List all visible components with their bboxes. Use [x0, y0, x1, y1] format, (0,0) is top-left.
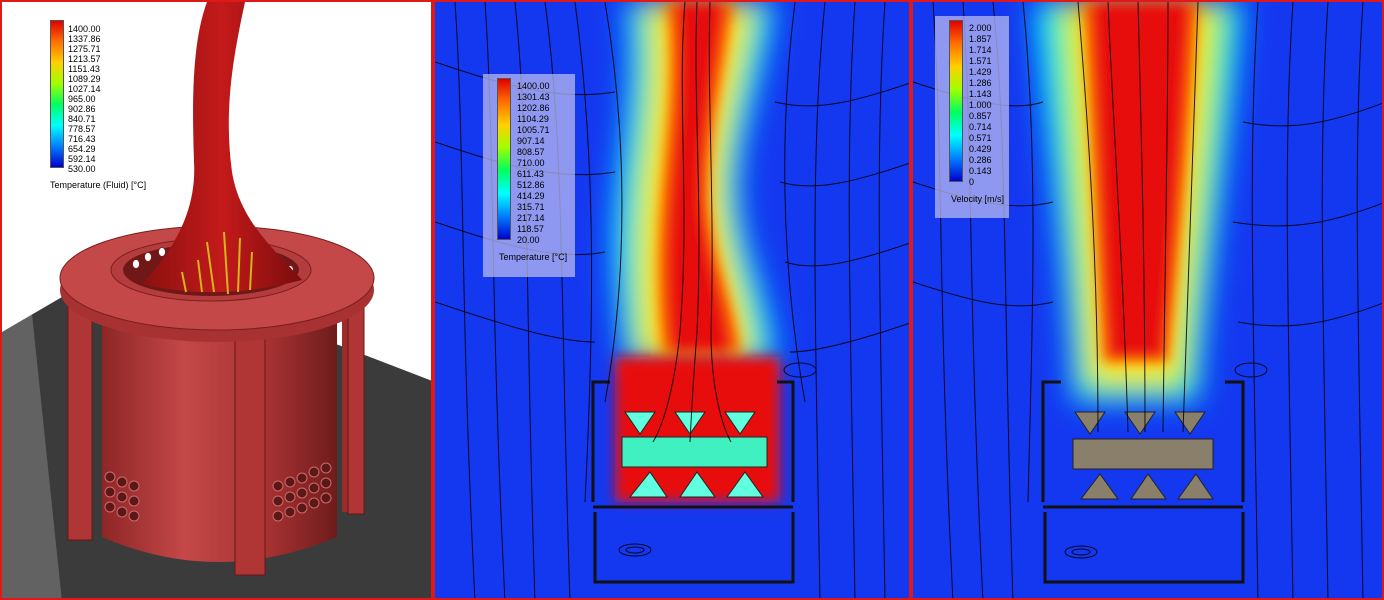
front-leg — [234, 306, 266, 576]
legend-tick: 1.000 — [969, 100, 992, 110]
legend-tick: 808.57 — [517, 147, 545, 157]
legend-tick: 1.714 — [969, 45, 992, 55]
legend-tick: 0.286 — [969, 155, 992, 165]
legend-tick: 0.143 — [969, 166, 992, 176]
legend-tick: 1005.71 — [517, 125, 550, 135]
legend-tick: 1027.14 — [68, 84, 101, 94]
legend-colorbar — [949, 20, 963, 182]
legend-tick: 2.000 — [969, 23, 992, 33]
legend-tick: 0.429 — [969, 144, 992, 154]
legend-tick: 315.71 — [517, 202, 545, 212]
legend-tick: 1104.29 — [517, 114, 549, 124]
legend-tick: 654.29 — [68, 144, 96, 154]
legend-tick: 902.86 — [68, 104, 96, 114]
legend-title: Temperature [°C] — [499, 252, 568, 262]
legend-tick: 1.143 — [969, 89, 992, 99]
fire-pit-scene — [2, 2, 431, 598]
legend-tick: 0 — [969, 177, 975, 187]
legend-tick: 118.57 — [517, 224, 544, 234]
legend-tick: 0.571 — [969, 133, 992, 143]
legend-tick: 1151.43 — [68, 64, 100, 74]
legend-tick: 414.29 — [517, 191, 545, 201]
legend-tick: 1337.86 — [68, 34, 101, 44]
legend-tick: 1400.00 — [517, 81, 550, 91]
fire-pit-3d-panel: 1400.00 1337.86 1275.71 1213.57 1151.43 … — [0, 0, 433, 600]
legend-colorbar — [50, 20, 64, 168]
velocity-cut-plot-panel: 2.000 1.857 1.714 1.571 1.429 1.286 1.14… — [911, 0, 1384, 600]
legend-tick: 217.14 — [517, 213, 545, 223]
legend-tick: 840.71 — [68, 114, 96, 124]
grate-block — [621, 436, 768, 468]
legend-tick: 1.286 — [969, 78, 992, 88]
legend-tick: 1275.71 — [68, 44, 101, 54]
legend-colorbar — [497, 78, 511, 240]
legend-tick: 0.857 — [969, 111, 992, 121]
front-leg — [347, 301, 365, 515]
legend-tick: 716.43 — [68, 134, 96, 144]
legend-tick: 1.571 — [969, 56, 992, 66]
legend-title: Velocity [m/s] — [951, 194, 1005, 204]
legend-tick: 0.714 — [969, 122, 992, 132]
legend-title: Temperature (Fluid) [°C] — [50, 180, 147, 190]
legend-tick: 1089.29 — [68, 74, 101, 84]
legend-tick: 778.57 — [68, 124, 96, 134]
legend-tick: 710.00 — [517, 158, 545, 168]
legend-tick: 1301.43 — [517, 92, 550, 102]
legend-tick: 1400.00 — [68, 24, 101, 34]
legend-tick: 530.00 — [68, 164, 96, 174]
legend-tick: 512.86 — [517, 180, 545, 190]
legend-tick: 907.14 — [517, 136, 545, 146]
front-leg — [67, 301, 93, 541]
temperature-cut-plot-panel: 1400.00 1301.43 1202.86 1104.29 1005.71 … — [433, 0, 911, 600]
legend-tick: 1202.86 — [517, 103, 550, 113]
legend-tick: 1213.57 — [68, 54, 101, 64]
legend-tick: 20.00 — [517, 235, 540, 245]
legend-tick: 611.43 — [517, 169, 544, 179]
grate-block — [1072, 438, 1214, 470]
legend-tick: 965.00 — [68, 94, 96, 104]
legend-tick: 1.429 — [969, 67, 992, 77]
legend-tick: 1.857 — [969, 34, 992, 44]
legend-tick: 592.14 — [68, 154, 96, 164]
